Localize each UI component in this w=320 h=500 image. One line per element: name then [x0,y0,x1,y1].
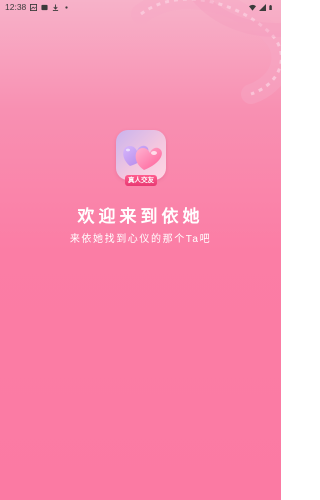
logo-tile [116,130,166,180]
film-strip-decoration [131,0,281,104]
app-logo: 真人交友 [116,130,166,190]
gallery-icon [30,3,38,11]
download-icon [53,3,59,11]
dot-icon [65,5,68,9]
welcome-subtitle: 来依她找到心仪的那个Ta吧 [69,234,212,245]
signal-icon [259,3,266,11]
logo-badge: 真人交友 [125,175,157,186]
hearts-icon [123,145,162,170]
battery-icon [269,4,272,10]
wifi-icon [249,4,256,11]
status-bar: 12:38 [0,0,281,14]
welcome-title: 欢迎来到依她 [77,207,204,226]
splash-screen: 12:38 真人交友 欢迎来到依她 来依她找到心仪的那个Ta吧 [0,0,281,500]
notification-icon [41,4,48,10]
status-time: 12:38 [5,2,27,12]
